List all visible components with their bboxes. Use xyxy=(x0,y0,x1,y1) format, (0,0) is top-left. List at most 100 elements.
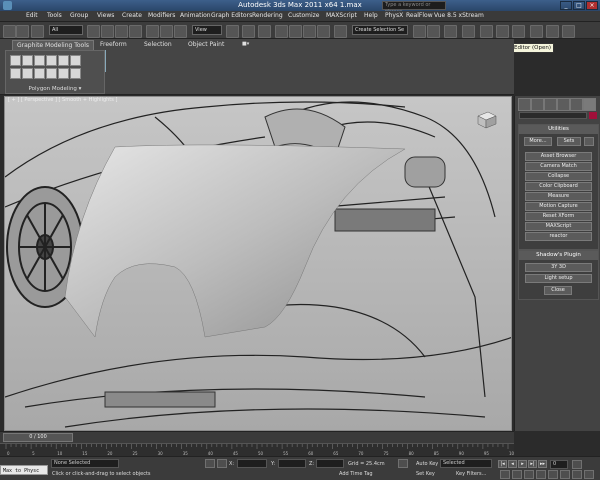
align-icon[interactable] xyxy=(427,25,440,38)
angle-snap-icon[interactable] xyxy=(289,25,302,38)
lock-selection-icon[interactable] xyxy=(205,459,215,468)
time-config-icon[interactable] xyxy=(572,460,582,469)
mirror-icon[interactable] xyxy=(413,25,426,38)
tab-graphite-modeling-tools[interactable]: Graphite Modeling Tools xyxy=(12,40,95,50)
z-coordinate-field[interactable] xyxy=(316,459,344,468)
quickslice-icon[interactable] xyxy=(46,68,57,79)
curve-editor-icon[interactable] xyxy=(480,25,493,38)
menu-vue-xstream[interactable]: Vue 8.5 xStream xyxy=(434,12,484,19)
track-bar[interactable]: 0 5 10 15 20 25 30 35 40 45 50 55 60 65 70 75 80 85 90 95 10… xyxy=(0,443,517,456)
create-tab-icon[interactable] xyxy=(518,98,531,111)
zoom-extents-all-icon[interactable] xyxy=(536,470,546,479)
border-icon[interactable] xyxy=(46,55,57,66)
select-by-name-icon[interactable] xyxy=(101,25,114,38)
graphite-toggle-icon[interactable] xyxy=(462,25,475,38)
display-tab-icon[interactable] xyxy=(570,98,583,111)
zoom-extents-icon[interactable] xyxy=(524,470,534,479)
menu-group[interactable]: Group xyxy=(70,12,88,19)
menu-rendering[interactable]: Rendering xyxy=(252,12,283,19)
absolute-mode-icon[interactable] xyxy=(217,459,227,468)
redo-icon[interactable] xyxy=(16,25,29,38)
pan-icon[interactable] xyxy=(560,470,570,479)
move-icon[interactable] xyxy=(146,25,159,38)
ribbon-options-icon[interactable]: ■▾ xyxy=(238,40,253,49)
render-setup-icon[interactable] xyxy=(530,25,543,38)
polygon-icon[interactable] xyxy=(58,55,69,66)
more-button[interactable]: More... xyxy=(524,137,552,146)
auto-key-button[interactable]: Auto Key xyxy=(416,461,438,467)
maximize-viewport-icon[interactable] xyxy=(584,470,594,479)
element-icon[interactable] xyxy=(70,55,81,66)
zoom-all-icon[interactable] xyxy=(512,470,522,479)
minimize-button[interactable]: _ xyxy=(560,1,572,10)
named-selection-dropdown[interactable]: Create Selection Se xyxy=(352,25,408,35)
edge-icon[interactable] xyxy=(34,55,45,66)
spinner-snap-icon[interactable] xyxy=(317,25,330,38)
collapse-button[interactable]: Collapse xyxy=(525,172,592,181)
measure-button[interactable]: Measure xyxy=(525,192,592,201)
close-plugin-button[interactable]: Close xyxy=(544,286,572,295)
utilities-tab-icon[interactable] xyxy=(583,98,596,111)
menu-help[interactable]: Help xyxy=(364,12,378,19)
maxscript-listener[interactable]: Max to Physc xyxy=(0,465,48,475)
y-coordinate-field[interactable] xyxy=(278,459,306,468)
schematic-view-icon[interactable] xyxy=(496,25,509,38)
next-frame-icon[interactable]: ▸| xyxy=(528,460,537,468)
menu-create[interactable]: Create xyxy=(122,12,142,19)
menu-maxscript[interactable]: MAXScript xyxy=(326,12,357,19)
menu-modifiers[interactable]: Modifiers xyxy=(148,12,175,19)
configure-sets-icon[interactable] xyxy=(584,137,594,146)
asset-browser-button[interactable]: Asset Browser xyxy=(525,152,592,161)
snap-toggle-icon[interactable] xyxy=(275,25,288,38)
ref-coord-dropdown[interactable]: View xyxy=(192,25,222,35)
undo-icon[interactable] xyxy=(3,25,16,38)
reset-xform-button[interactable]: Reset XForm xyxy=(525,212,592,221)
plugin-rollout-title[interactable]: Shadow's Plugin xyxy=(519,251,598,260)
select-manipulate-icon[interactable] xyxy=(242,25,255,38)
menu-graph-editors[interactable]: Graph Editors xyxy=(211,12,252,19)
rotate-icon[interactable] xyxy=(160,25,173,38)
light-setup-button[interactable]: Light setup xyxy=(525,274,592,283)
motion-tab-icon[interactable] xyxy=(557,98,570,111)
rect-selection-icon[interactable] xyxy=(115,25,128,38)
close-button[interactable]: × xyxy=(586,1,598,10)
keyboard-shortcut-icon[interactable] xyxy=(258,25,271,38)
swiftloop-icon[interactable] xyxy=(70,68,81,79)
selection-filter-dropdown[interactable]: All xyxy=(49,25,83,35)
cut-icon[interactable] xyxy=(58,68,69,79)
sets-button[interactable]: Sets xyxy=(557,137,581,146)
zoom-icon[interactable] xyxy=(500,470,510,479)
camera-match-button[interactable]: Camera Match xyxy=(525,162,592,171)
time-slider[interactable]: 0 / 100 xyxy=(0,431,514,443)
percent-snap-icon[interactable] xyxy=(303,25,316,38)
select-object-icon[interactable] xyxy=(87,25,100,38)
key-icon[interactable] xyxy=(398,459,408,468)
maxscript-button[interactable]: MAXScript xyxy=(525,222,592,231)
window-crossing-icon[interactable] xyxy=(129,25,142,38)
stack-icon[interactable] xyxy=(10,68,21,79)
prev-frame-icon[interactable]: ◂ xyxy=(508,460,517,468)
modify-tab-icon[interactable] xyxy=(531,98,544,111)
vertex-icon[interactable] xyxy=(22,55,33,66)
utilities-rollout-title[interactable]: Utilities xyxy=(519,125,598,134)
menu-realflow[interactable]: RealFlow xyxy=(406,12,433,19)
render-production-icon[interactable] xyxy=(562,25,575,38)
time-slider-frame[interactable]: 0 / 100 xyxy=(3,433,73,442)
menu-views[interactable]: Views xyxy=(97,12,114,19)
search-input[interactable]: Type a keyword or phrase xyxy=(382,1,446,15)
menu-edit[interactable]: Edit xyxy=(26,12,38,19)
object-color-swatch[interactable] xyxy=(589,112,597,119)
go-to-end-icon[interactable]: ▸▸ xyxy=(538,460,547,468)
x-coordinate-field[interactable] xyxy=(237,459,267,468)
maximize-button[interactable]: □ xyxy=(573,1,585,10)
link-icon[interactable] xyxy=(31,25,44,38)
layer-manager-icon[interactable] xyxy=(444,25,457,38)
polygon-modeling-label[interactable]: Polygon Modeling ▾ xyxy=(6,86,104,92)
field-of-view-icon[interactable] xyxy=(548,470,558,479)
repeat-last-icon[interactable] xyxy=(34,68,45,79)
menu-physx[interactable]: PhysX xyxy=(385,12,403,19)
current-frame-field[interactable]: 0 xyxy=(550,460,568,469)
go-to-start-icon[interactable]: |◂ xyxy=(498,460,507,468)
color-clipboard-button[interactable]: Color Clipboard xyxy=(525,182,592,191)
set-key-button[interactable]: Set Key xyxy=(416,471,435,477)
